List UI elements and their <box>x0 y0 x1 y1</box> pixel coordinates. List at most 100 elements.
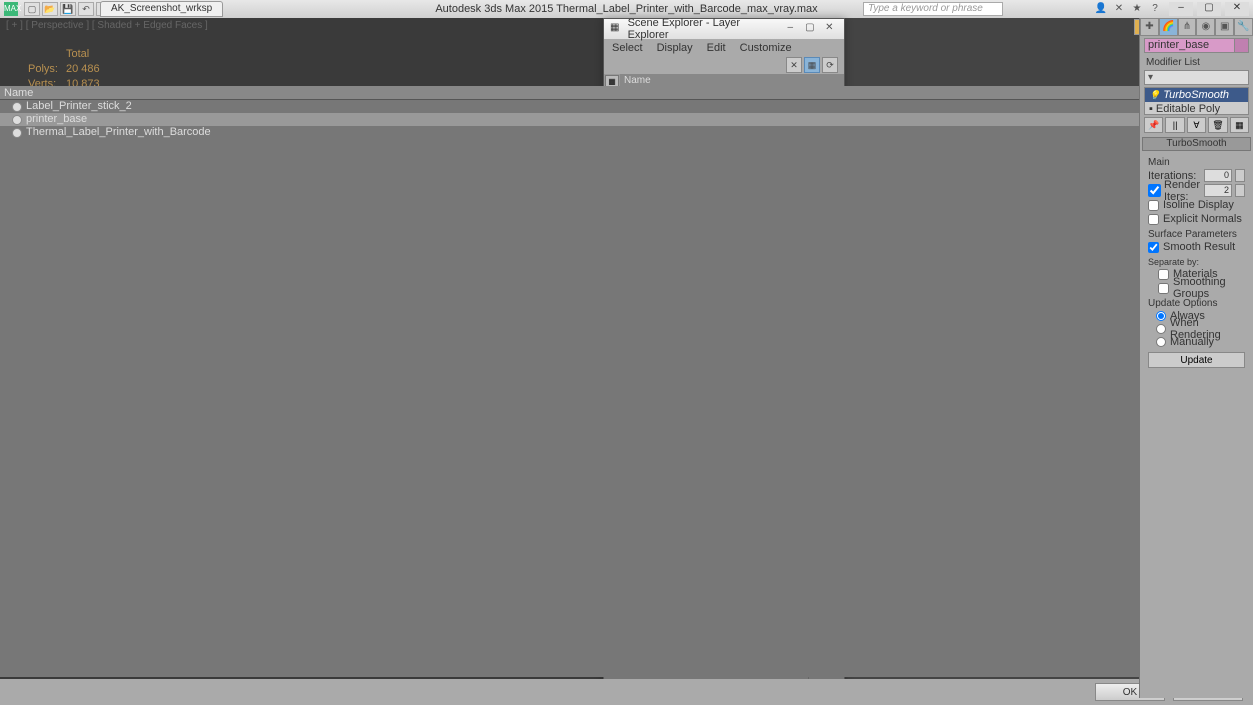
sfs-row-name: printer_base <box>0 113 1209 126</box>
separate-label: Separate by: <box>1148 257 1245 267</box>
manually-radio[interactable] <box>1156 337 1166 347</box>
object-color-swatch[interactable] <box>1234 39 1248 52</box>
stats-polys-label: Polys: <box>28 63 64 76</box>
maximize-button[interactable]: ▢ <box>1197 2 1221 16</box>
smgroups-row: Smoothing Groups <box>1148 281 1245 295</box>
sfs-row-name: Thermal_Label_Printer_with_Barcode <box>0 126 1209 139</box>
object-name-field[interactable]: printer_base <box>1144 38 1249 53</box>
help-icon[interactable]: ? <box>1147 2 1163 16</box>
sfs-list-header[interactable]: Name ▲ Faces <box>0 86 1253 100</box>
scene-explorer-minimize[interactable]: – <box>782 22 799 36</box>
scene-explorer-title: Scene Explorer - Layer Explorer <box>628 17 780 41</box>
tab-create-icon[interactable]: ✚ <box>1140 18 1159 36</box>
main-label: Main <box>1148 157 1245 168</box>
mod-name: TurboSmooth <box>1163 89 1229 101</box>
mod-expand-icon[interactable]: ▪ <box>1149 103 1153 115</box>
modifier-stack[interactable]: 💡TurboSmooth ▪Editable Poly <box>1144 87 1249 115</box>
command-panel-tabs: ✚ 🌈 ⋔ ◉ ▣ 🔧 <box>1140 18 1253 36</box>
turbosmooth-rollout: TurboSmooth Main Iterations: 0 Render It… <box>1142 137 1251 371</box>
smgroups-label: Smoothing Groups <box>1173 276 1245 300</box>
stats-total-header: Total <box>66 48 112 61</box>
se-tool-view-icon[interactable]: ▦ <box>804 57 820 73</box>
se-menu-display[interactable]: Display <box>657 42 693 54</box>
scene-explorer-menubar: Select Display Edit Customize <box>604 39 844 56</box>
workspace-tab[interactable]: AK_Screenshot_wrksp <box>100 1 223 17</box>
when-render-radio[interactable] <box>1156 324 1166 334</box>
surface-params-label: Surface Parameters <box>1148 229 1245 240</box>
render-iters-spinner[interactable]: 2 <box>1204 184 1232 197</box>
mod-editable-poly[interactable]: ▪Editable Poly <box>1145 102 1248 116</box>
object-icon <box>12 102 22 112</box>
exchange-icon[interactable]: ✕ <box>1111 2 1127 16</box>
make-unique-icon[interactable]: ∀ <box>1187 117 1206 133</box>
app-icon: MAX <box>4 2 18 16</box>
sfs-list[interactable]: Name ▲ Faces Label_Printer_stick_2320pri… <box>0 86 1253 677</box>
favorites-icon[interactable]: ★ <box>1129 2 1145 16</box>
materials-check[interactable] <box>1158 269 1169 280</box>
update-button[interactable]: Update <box>1148 352 1245 368</box>
rollout-title[interactable]: TurboSmooth <box>1142 137 1251 151</box>
sfs-row[interactable]: Label_Printer_stick_2320 <box>0 100 1253 113</box>
manually-label: Manually <box>1170 336 1214 348</box>
stats-polys-value: 20 486 <box>66 63 112 76</box>
qat-save-icon[interactable]: 💾 <box>60 2 76 16</box>
mod-name: Editable Poly <box>1156 103 1220 115</box>
tab-modify-icon[interactable]: 🌈 <box>1159 18 1178 36</box>
se-tool-find-icon[interactable]: ✕ <box>786 57 802 73</box>
qat-open-icon[interactable]: 📂 <box>42 2 58 16</box>
render-iters-check[interactable] <box>1148 184 1161 197</box>
modifier-stack-buttons: 📌 || ∀ 🗑 ▦ <box>1144 117 1249 133</box>
se-tool-sync-icon[interactable]: ⟳ <box>822 57 838 73</box>
iterations-spin-buttons[interactable] <box>1235 169 1245 182</box>
show-end-icon[interactable]: || <box>1165 117 1184 133</box>
tab-hierarchy-icon[interactable]: ⋔ <box>1178 18 1197 36</box>
sfs-row[interactable]: Thermal_Label_Printer_with_Barcode0 <box>0 126 1253 139</box>
se-menu-select[interactable]: Select <box>612 42 643 54</box>
smooth-result-row: Smooth Result <box>1148 240 1245 254</box>
smgroups-check[interactable] <box>1158 283 1169 294</box>
tab-motion-icon[interactable]: ◉ <box>1196 18 1215 36</box>
scene-explorer-close[interactable]: ✕ <box>821 22 838 36</box>
se-menu-customize[interactable]: Customize <box>740 42 792 54</box>
explicit-check[interactable] <box>1148 214 1159 225</box>
rollout-body: Main Iterations: 0 Render Iters: 2 Isoli… <box>1142 151 1251 371</box>
window-title: Autodesk 3ds Max 2015 Thermal_Label_Prin… <box>435 3 817 15</box>
tab-utilities-icon[interactable]: 🔧 <box>1234 18 1253 36</box>
explicit-label: Explicit Normals <box>1163 213 1242 225</box>
object-icon <box>12 128 22 138</box>
minimize-button[interactable]: – <box>1169 2 1193 16</box>
explicit-row: Explicit Normals <box>1148 212 1245 226</box>
titlebar: MAX ▢ 📂 💾 ↶ ↷ ⎘ AK_Screenshot_wrksp Auto… <box>0 0 1253 18</box>
remove-mod-icon[interactable]: 🗑 <box>1208 117 1227 133</box>
iterations-spinner[interactable]: 0 <box>1204 169 1232 182</box>
viewport-label[interactable]: [ + ] [ Perspective ] [ Shaded + Edged F… <box>6 20 208 31</box>
isoline-check[interactable] <box>1148 200 1159 211</box>
smooth-result-check[interactable] <box>1148 242 1159 253</box>
sfs-col-name[interactable]: Name <box>0 86 1199 99</box>
pin-stack-icon[interactable]: 📌 <box>1144 117 1163 133</box>
qat-new-icon[interactable]: ▢ <box>24 2 40 16</box>
configure-icon[interactable]: ▦ <box>1230 117 1249 133</box>
scene-explorer-titlebar[interactable]: ▦ Scene Explorer - Layer Explorer – ▢ ✕ <box>604 19 844 39</box>
isoline-label: Isoline Display <box>1163 199 1234 211</box>
qat-undo-icon[interactable]: ↶ <box>78 2 94 16</box>
se-menu-edit[interactable]: Edit <box>707 42 726 54</box>
scene-explorer-icon: ▦ <box>610 22 624 36</box>
render-iters-spin-buttons[interactable] <box>1235 184 1245 197</box>
search-input[interactable]: Type a keyword or phrase <box>863 2 1003 16</box>
always-radio[interactable] <box>1156 311 1166 321</box>
mod-turbosmooth[interactable]: 💡TurboSmooth <box>1145 88 1248 102</box>
signin-icon[interactable]: 👤 <box>1093 2 1109 16</box>
modifier-list-combo[interactable]: ▾ <box>1144 70 1249 85</box>
sfs-row[interactable]: printer_base20166 <box>0 113 1253 126</box>
sfs-button-row: OK Cancel <box>0 679 1253 705</box>
help-icons: 👤 ✕ ★ ? <box>1093 2 1163 16</box>
window-controls: – ▢ ✕ <box>1169 2 1249 16</box>
tab-display-icon[interactable]: ▣ <box>1215 18 1234 36</box>
mod-bulb-icon[interactable]: 💡 <box>1149 90 1160 101</box>
smooth-result-label: Smooth Result <box>1163 241 1235 253</box>
sfs-row-name: Label_Printer_stick_2 <box>0 100 1209 113</box>
when-render-row: When Rendering <box>1148 322 1245 335</box>
close-button[interactable]: ✕ <box>1225 2 1249 16</box>
scene-explorer-maximize[interactable]: ▢ <box>801 22 818 36</box>
